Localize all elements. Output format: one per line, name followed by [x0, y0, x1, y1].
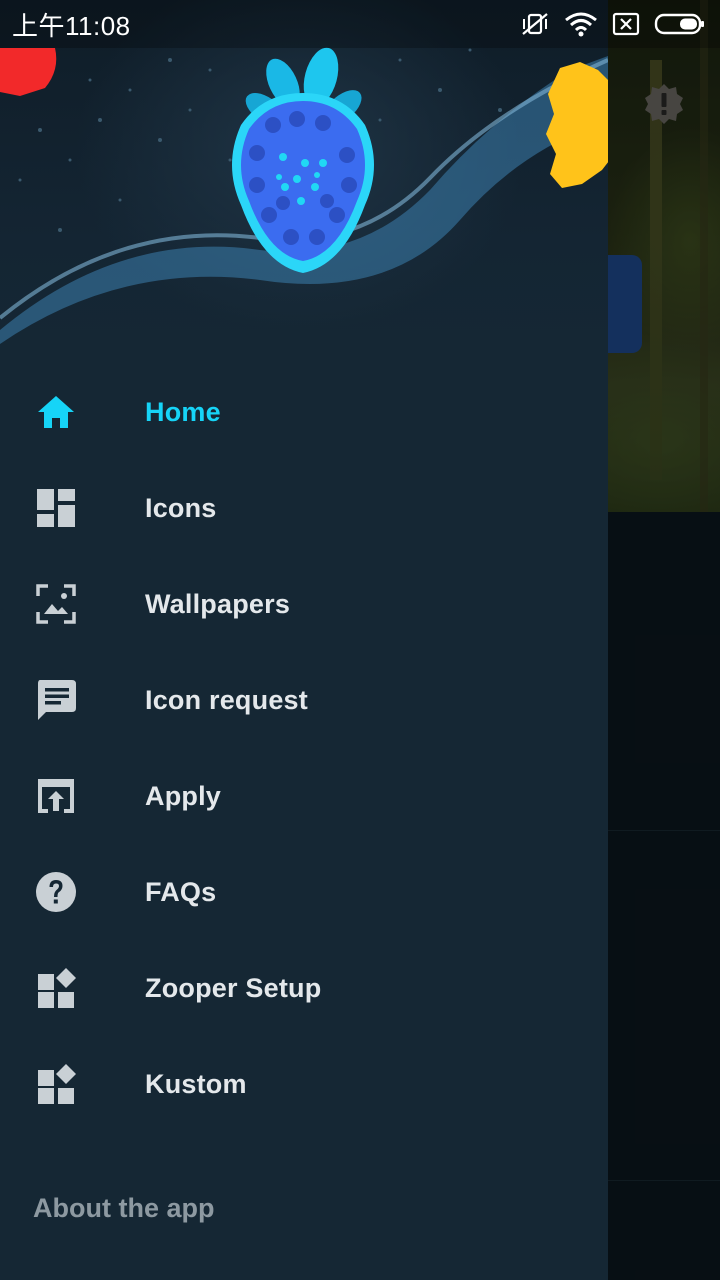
- nav-item-apply[interactable]: Apply: [0, 748, 608, 844]
- navigation-drawer: Home Icons Wallpapers Icon request Apply…: [0, 0, 608, 1280]
- nav-item-label: FAQs: [145, 877, 217, 907]
- nav-item-faqs[interactable]: FAQs: [0, 844, 608, 940]
- dashboard-icon: [34, 486, 78, 530]
- nav-item-wallpapers[interactable]: Wallpapers: [0, 556, 608, 652]
- header-artwork: [0, 47, 608, 344]
- nav-item-kustom[interactable]: Kustom: [0, 1036, 608, 1132]
- nav-item-label: Icon request: [145, 685, 308, 715]
- nav-item-home[interactable]: Home: [0, 364, 608, 460]
- wallpaper-icon: [34, 582, 78, 626]
- nav-item-label: Apply: [145, 781, 222, 811]
- about-the-app-link[interactable]: About the app: [33, 1180, 214, 1236]
- nav-list: Home Icons Wallpapers Icon request Apply…: [0, 364, 608, 1132]
- status-time: 上午11:08: [12, 10, 131, 41]
- nav-item-label: Zooper Setup: [145, 973, 322, 1003]
- help-icon: [34, 870, 78, 914]
- nav-item-icon-request[interactable]: Icon request: [0, 652, 608, 748]
- nav-item-label: Home: [145, 397, 221, 427]
- nav-item-zooper-setup[interactable]: Zooper Setup: [0, 940, 608, 1036]
- vibrate-icon: [520, 11, 550, 37]
- drawer-header: [0, 0, 608, 344]
- message-icon: [34, 678, 78, 722]
- wifi-icon: [564, 11, 598, 37]
- nav-item-label: Icons: [145, 493, 217, 523]
- nav-item-icons[interactable]: Icons: [0, 460, 608, 556]
- nav-item-label: Kustom: [145, 1069, 247, 1099]
- widgets-icon: [34, 966, 78, 1010]
- nav-item-label: Wallpapers: [145, 589, 291, 619]
- battery-icon: [654, 12, 706, 36]
- home-icon: [34, 390, 78, 434]
- status-bar: 上午11:08: [0, 0, 720, 48]
- sim-x-icon: [612, 12, 640, 36]
- widgets-icon: [34, 1062, 78, 1106]
- open-in-browser-icon: [34, 774, 78, 818]
